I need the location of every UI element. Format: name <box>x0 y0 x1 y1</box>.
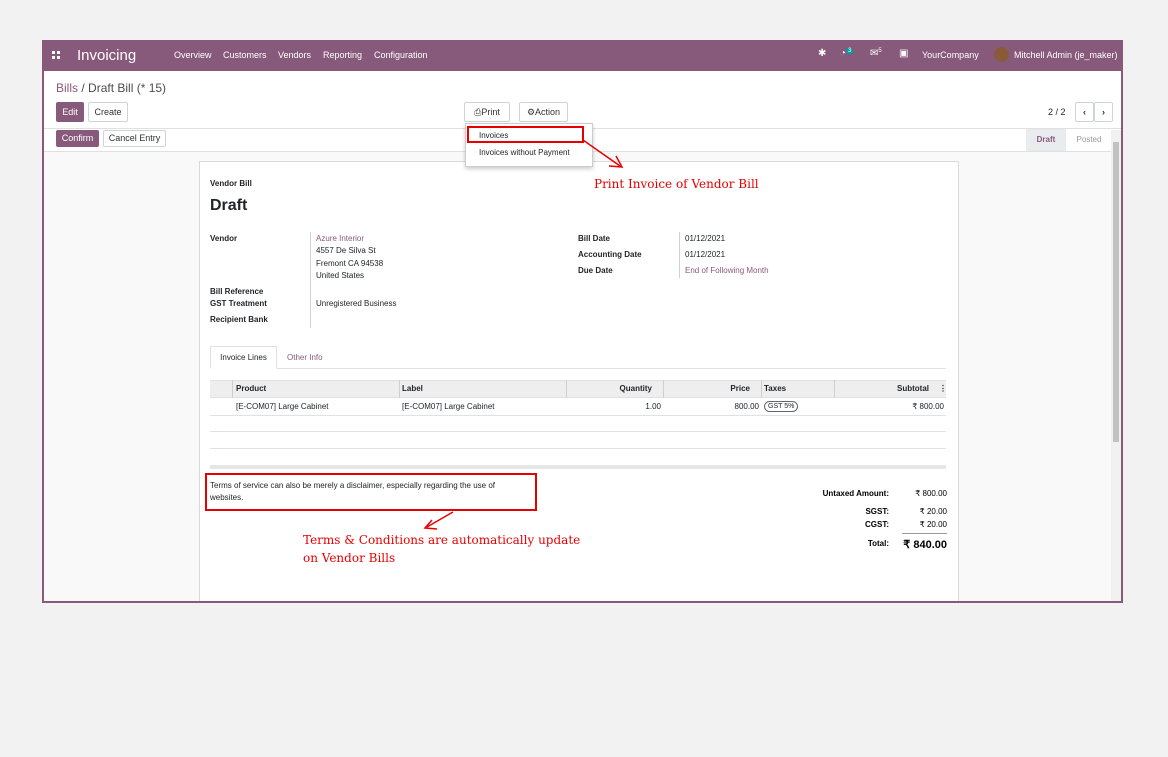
vendor-address-line: Fremont CA 94538 <box>316 259 384 268</box>
app-name[interactable]: Invoicing <box>77 47 136 64</box>
menu-configuration[interactable]: Configuration <box>374 50 428 60</box>
sgst-value: ₹ 20.00 <box>919 507 947 516</box>
annotation-print-invoice: Print Invoice of Vendor Bill <box>594 177 759 191</box>
print-button[interactable]: ⎙Print <box>464 102 510 122</box>
pager-previous-button[interactable]: ‹ <box>1075 102 1094 122</box>
row-price[interactable]: 800.00 <box>667 402 759 411</box>
activity-icon[interactable]: ◔ 3 <box>840 48 854 59</box>
vendor-link[interactable]: Azure Interior <box>316 234 364 243</box>
row-subtotal: ₹ 800.00 <box>912 402 944 411</box>
action-label: Action <box>535 107 561 117</box>
optional-columns-icon[interactable]: ⋮ <box>939 384 947 393</box>
row-divider <box>210 431 946 432</box>
bug-icon[interactable]: ✱ <box>818 48 826 59</box>
apps-menu-icon[interactable] <box>52 51 62 61</box>
menu-vendors[interactable]: Vendors <box>278 50 311 60</box>
column-separator <box>761 380 762 398</box>
gst-treatment-label: GST Treatment <box>210 299 267 308</box>
company-switcher[interactable]: YourCompany <box>922 50 979 60</box>
row-product[interactable]: [E-COM07] Large Cabinet <box>236 402 329 411</box>
vendor-address-line: United States <box>316 271 365 280</box>
total-value: ₹ 840.00 <box>903 539 947 551</box>
activity-count-badge: 3 <box>846 48 854 54</box>
gst-treatment-value[interactable]: Unregistered Business <box>316 299 396 308</box>
breadcrumb-separator: / <box>78 81 89 95</box>
create-button[interactable]: Create <box>88 102 128 122</box>
cancel-entry-button[interactable]: Cancel Entry <box>103 130 166 147</box>
confirm-button[interactable]: Confirm <box>56 130 99 147</box>
total-label: Total: <box>867 539 889 548</box>
column-header-price[interactable]: Price <box>667 384 750 393</box>
breadcrumb-bills-link[interactable]: Bills <box>56 81 78 95</box>
cgst-label: CGST: <box>865 520 889 529</box>
menu-overview[interactable]: Overview <box>174 50 212 60</box>
column-separator <box>834 380 835 398</box>
cgst-value: ₹ 20.00 <box>919 520 947 529</box>
column-header-taxes[interactable]: Taxes <box>764 384 786 393</box>
untaxed-amount-value: ₹ 800.00 <box>915 489 947 498</box>
annotation-terms-line1: Terms & Conditions are automatically upd… <box>303 533 581 547</box>
untaxed-amount-label: Untaxed Amount: <box>822 489 889 498</box>
stage-draft[interactable]: Draft <box>1026 129 1066 151</box>
menu-customers[interactable]: Customers <box>223 50 267 60</box>
vendor-label: Vendor <box>210 234 238 243</box>
column-separator <box>566 380 567 398</box>
tab-other-info[interactable]: Other Info <box>287 353 323 362</box>
breadcrumb: Bills / Draft Bill (* 15) <box>56 81 166 95</box>
tab-invoice-lines[interactable]: Invoice Lines <box>210 346 277 369</box>
app-window: Invoicing Overview Customers Vendors Rep… <box>42 40 1123 603</box>
top-navbar: Invoicing Overview Customers Vendors Rep… <box>44 42 1121 71</box>
messages-icon[interactable]: ✉5 <box>870 48 882 59</box>
field-separator <box>679 232 680 278</box>
row-quantity[interactable]: 1.00 <box>570 402 661 411</box>
column-header-subtotal[interactable]: Subtotal <box>837 384 929 393</box>
menu-reporting[interactable]: Reporting <box>323 50 362 60</box>
control-panel: Bills / Draft Bill (* 15) Edit Create ⎙P… <box>44 71 1121 129</box>
highlight-invoices-box <box>467 126 584 143</box>
document-type: Vendor Bill <box>210 179 252 188</box>
scrollbar-thumb[interactable] <box>1113 142 1119 442</box>
pager-next-button[interactable]: › <box>1094 102 1113 122</box>
column-header-label[interactable]: Label <box>402 384 423 393</box>
column-separator <box>232 380 233 398</box>
accounting-date-label: Accounting Date <box>578 250 642 259</box>
column-separator <box>663 380 664 398</box>
accounting-date-value[interactable]: 01/12/2021 <box>685 250 725 259</box>
stage-posted[interactable]: Posted <box>1068 129 1110 151</box>
edit-button[interactable]: Edit <box>56 102 84 122</box>
action-button[interactable]: ⚙Action <box>519 102 568 122</box>
bill-reference-label: Bill Reference <box>210 287 264 296</box>
column-header-quantity[interactable]: Quantity <box>570 384 652 393</box>
due-date-label: Due Date <box>578 266 613 275</box>
document-status-title: Draft <box>210 197 248 214</box>
column-header-product[interactable]: Product <box>236 384 266 393</box>
row-divider <box>210 448 946 449</box>
menu-item-invoices-without-payment[interactable]: Invoices without Payment <box>479 148 570 157</box>
message-count-badge: 5 <box>878 48 882 54</box>
gift-icon[interactable]: ▣ <box>899 48 908 59</box>
user-avatar[interactable] <box>994 47 1009 62</box>
tabs-border <box>210 368 946 369</box>
field-separator <box>310 232 311 328</box>
print-label: Print <box>481 107 500 117</box>
highlight-terms-box <box>205 473 537 511</box>
bill-date-value[interactable]: 01/12/2021 <box>685 234 725 243</box>
table-footer <box>210 465 946 469</box>
pager-value: 2 / 2 <box>1048 107 1066 117</box>
breadcrumb-current: Draft Bill (* 15) <box>88 81 167 95</box>
row-divider <box>210 415 946 416</box>
scrollbar[interactable] <box>1111 130 1121 601</box>
annotation-terms-line2: on Vendor Bills <box>303 551 396 565</box>
recipient-bank-label: Recipient Bank <box>210 315 268 324</box>
gear-icon: ⚙ <box>526 107 536 117</box>
row-label[interactable]: [E-COM07] Large Cabinet <box>402 402 495 411</box>
sgst-label: SGST: <box>865 507 889 516</box>
vendor-address-line: 4557 De Silva St <box>316 246 376 255</box>
tax-badge[interactable]: GST 5% <box>764 401 799 412</box>
due-date-value[interactable]: End of Following Month <box>685 266 769 275</box>
user-menu[interactable]: Mitchell Admin (je_maker) <box>1014 50 1118 60</box>
column-separator <box>399 380 400 398</box>
total-divider <box>902 533 947 534</box>
bill-date-label: Bill Date <box>578 234 611 243</box>
